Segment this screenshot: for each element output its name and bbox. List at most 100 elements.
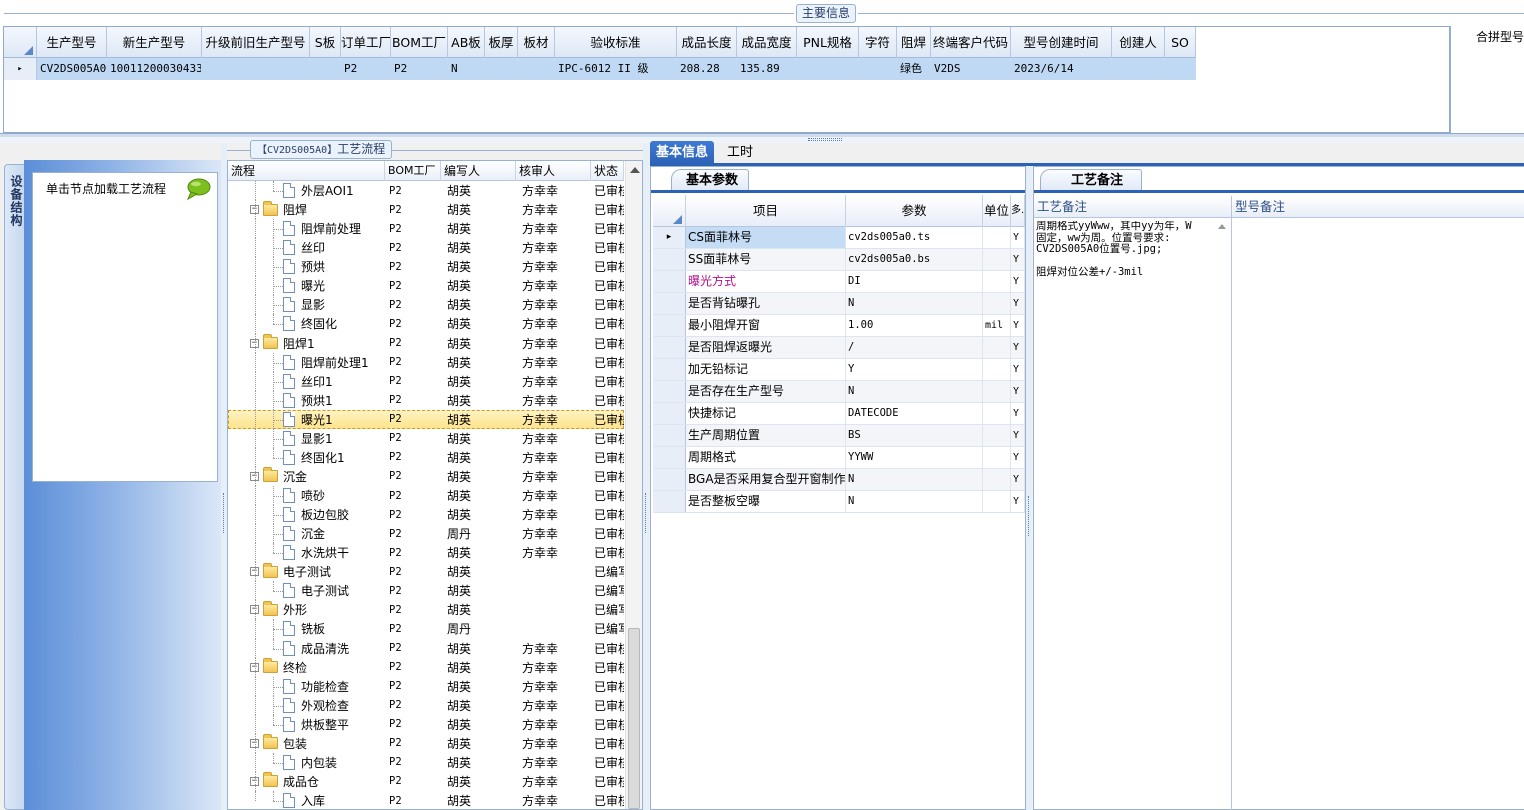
tree-group-node[interactable]: −终检 P2 胡英 方幸幸 已审核 [228,657,624,677]
main-col-header[interactable]: 板材 [518,27,555,58]
tree-step-node[interactable]: 丝印 P2 胡英 方幸幸 已审核 [228,238,624,258]
param-value-cell[interactable]: N [846,381,983,402]
param-flag-cell[interactable]: Y [1011,227,1025,248]
main-col-header[interactable]: 成品长度 [677,27,737,58]
main-col-header[interactable]: 字符 [859,27,897,58]
param-unit-cell[interactable] [983,337,1011,358]
main-col-header[interactable]: AB板 [448,27,485,58]
main-col-header[interactable]: 生产型号 [37,27,107,58]
param-value-cell[interactable]: Y [846,359,983,380]
param-item-cell[interactable]: 是否背钻曝孔 [686,293,846,314]
main-grid-cell[interactable]: P2 [391,58,448,80]
param-flag-cell[interactable]: Y [1011,249,1025,270]
main-col-header[interactable]: 板厚 [485,27,518,58]
param-value-cell[interactable]: BS [846,425,983,446]
tree-step-node[interactable]: 板边包胶 P2 胡英 方幸幸 已审核 [228,505,624,525]
param-row[interactable]: ▸ CS面菲林号 cv2ds005a0.ts Y [653,227,1025,249]
main-grid-cell[interactable] [518,58,555,80]
param-value-cell[interactable]: 1.00 [846,315,983,336]
param-row[interactable]: 是否背钻曝孔 N Y [653,293,1025,315]
speech-bubble-icon[interactable] [185,178,211,200]
main-col-header[interactable]: PNL规格 [797,27,859,58]
param-value-cell[interactable]: DI [846,271,983,292]
tree-group-node[interactable]: −电子测试 P2 胡英 已编写 [228,562,624,582]
process-tree-rows[interactable]: 外层AOI1P2胡英方幸幸已审核−阻焊P2胡英方幸幸已审核阻焊前处理P2胡英方幸… [228,181,624,809]
param-row[interactable]: 周期格式 YYWW Y [653,447,1025,469]
tree-step-node[interactable]: 曝光1 P2 胡英 方幸幸 已审核 [228,409,624,429]
main-grid-cell[interactable]: V2DS [931,58,1011,80]
main-grid-cell[interactable] [797,58,859,80]
tree-col-header[interactable]: 核审人 [516,161,591,181]
param-row[interactable]: SS面菲林号 cv2ds005a0.bs Y [653,249,1025,271]
main-grid-cell[interactable]: 135.89 [737,58,797,80]
tab-basic-params[interactable]: 基本参数 [671,169,750,191]
tree-step-node[interactable]: 丝印1 P2 胡英 方幸幸 已审核 [228,371,624,391]
param-value-cell[interactable]: N [846,491,983,512]
process-flow-tree[interactable]: 流程BOM工厂编写人核审人状态 外层AOI1P2胡英方幸幸已审核−阻焊P2胡英方… [227,160,643,810]
param-unit-cell[interactable] [983,359,1011,380]
right-splitter-grip[interactable] [1028,496,1030,536]
main-grid-cell[interactable] [1112,58,1165,80]
params-col-param[interactable]: 参数 [846,195,983,227]
param-item-cell[interactable]: 周期格式 [686,447,846,468]
param-unit-cell[interactable] [983,469,1011,490]
tree-step-node[interactable]: 沉金 P2 周丹 方幸幸 已审核 [228,524,624,544]
merge-model-panel[interactable]: 合拼型号 [1450,26,1524,133]
main-grid-cell[interactable]: 绿色 [897,58,931,80]
param-unit-cell[interactable] [983,447,1011,468]
tree-step-node[interactable]: 终固化1 P2 胡英 方幸幸 已审核 [228,447,624,467]
tree-col-header[interactable]: 编写人 [441,161,516,181]
tree-group-node[interactable]: −包装 P2 胡英 方幸幸 已审核 [228,733,624,753]
param-unit-cell[interactable] [983,491,1011,512]
param-row[interactable]: 是否存在生产型号 N Y [653,381,1025,403]
param-flag-cell[interactable]: Y [1011,425,1025,446]
tree-step-node[interactable]: 水洗烘干 P2 胡英 方幸幸 已审核 [228,543,624,563]
main-grid-cell[interactable]: IPC-6012 II 级 [555,58,677,80]
scroll-up-icon[interactable] [630,167,640,173]
tree-step-node[interactable]: 阻焊前处理1 P2 胡英 方幸幸 已审核 [228,352,624,372]
main-grid-cell[interactable] [1165,58,1196,80]
middle-splitter-grip[interactable] [645,493,647,533]
tree-col-header[interactable]: BOM工厂 [385,161,441,181]
main-col-header[interactable]: S板 [310,27,341,58]
param-row[interactable]: 曝光方式 DI Y [653,271,1025,293]
main-grid-cell[interactable]: N [448,58,485,80]
param-item-cell[interactable]: 是否整板空曝 [686,491,846,512]
param-unit-cell[interactable] [983,271,1011,292]
tree-step-node[interactable]: 终固化 P2 胡英 方幸幸 已审核 [228,314,624,334]
param-item-cell[interactable]: 最小阻焊开窗 [686,315,846,336]
tree-col-header[interactable]: 流程 [228,161,385,181]
tree-step-node[interactable]: 铣板 P2 周丹 已编写 [228,619,624,639]
param-row[interactable]: 是否阻焊返曝光 / Y [653,337,1025,359]
tree-col-header[interactable]: 状态 [591,161,624,181]
params-col-unit[interactable]: 单位 [983,195,1011,227]
param-item-cell[interactable]: CS面菲林号 [686,227,846,248]
param-row[interactable]: 是否整板空曝 N Y [653,491,1025,513]
main-col-header[interactable]: 升级前旧生产型号 [202,27,310,58]
param-flag-cell[interactable]: Y [1011,271,1025,292]
main-grid-cell[interactable]: 2023/6/14 [1011,58,1112,80]
process-notes-scrollbar[interactable] [1215,221,1230,810]
process-tree-scrollbar[interactable] [625,161,642,809]
tree-group-node[interactable]: −阻焊 P2 胡英 方幸幸 已审核 [228,200,624,220]
scroll-thumb[interactable] [628,628,640,809]
equipment-structure-tab[interactable]: 设备结构 [4,164,24,810]
main-info-grid[interactable]: 生产型号 新生产型号 升级前旧生产型号 S板 订单工厂 BOM工厂 AB板 板厚 板材 验收标准成… [3,26,1450,133]
main-col-header[interactable]: 验收标准 [555,27,677,58]
param-flag-cell[interactable]: Y [1011,359,1025,380]
node-hint-box[interactable]: 单击节点加载工艺流程 [32,172,218,482]
param-value-cell[interactable]: / [846,337,983,358]
param-flag-cell[interactable]: Y [1011,293,1025,314]
tab-basic-info[interactable]: 基本信息 [650,141,715,164]
param-flag-cell[interactable]: Y [1011,403,1025,424]
left-splitter-grip[interactable] [223,493,225,533]
main-grid-cell[interactable]: P2 [341,58,391,80]
main-col-header[interactable]: BOM工厂 [391,27,448,58]
main-grid-cell[interactable] [485,58,518,80]
tree-step-node[interactable]: 外观检查 P2 胡英 方幸幸 已审核 [228,695,624,715]
param-row[interactable]: 快捷标记 DATECODE Y [653,403,1025,425]
process-notes-text[interactable]: 周期格式yyWww，其中yy为年，W 固定，ww为周。位置号要求: CV2DS0… [1036,221,1214,810]
param-row[interactable]: 生产周期位置 BS Y [653,425,1025,447]
param-item-cell[interactable]: 加无铅标记 [686,359,846,380]
main-col-header[interactable]: 成品宽度 [737,27,797,58]
